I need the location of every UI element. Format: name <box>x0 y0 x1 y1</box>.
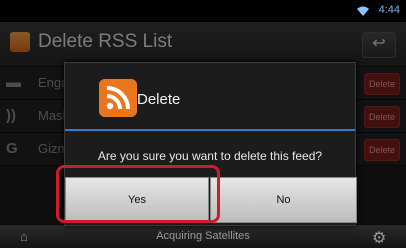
bottom-bar: ⌂ Acquiring Satellites ⚙ <box>0 225 406 248</box>
settings-gear-icon[interactable]: ⚙ <box>372 228 390 247</box>
clock: 4:44 <box>378 4 400 16</box>
yes-button[interactable]: Yes <box>65 177 209 223</box>
dialog-buttons: Yes No <box>65 177 357 223</box>
dialog-message: Are you sure you want to delete this fee… <box>97 149 323 163</box>
wifi-icon <box>357 6 369 16</box>
dialog-title: Delete <box>137 91 181 108</box>
gps-status: Acquiring Satellites <box>156 230 250 242</box>
screen: 4:44 Delete RSS List ↩ ▬ Engadget Delete… <box>0 0 406 248</box>
divider <box>65 129 355 131</box>
rss-icon <box>99 79 137 117</box>
no-button[interactable]: No <box>210 177 357 223</box>
delete-dialog: Delete Are you sure you want to delete t… <box>64 62 357 226</box>
status-bar: 4:44 <box>0 0 406 22</box>
